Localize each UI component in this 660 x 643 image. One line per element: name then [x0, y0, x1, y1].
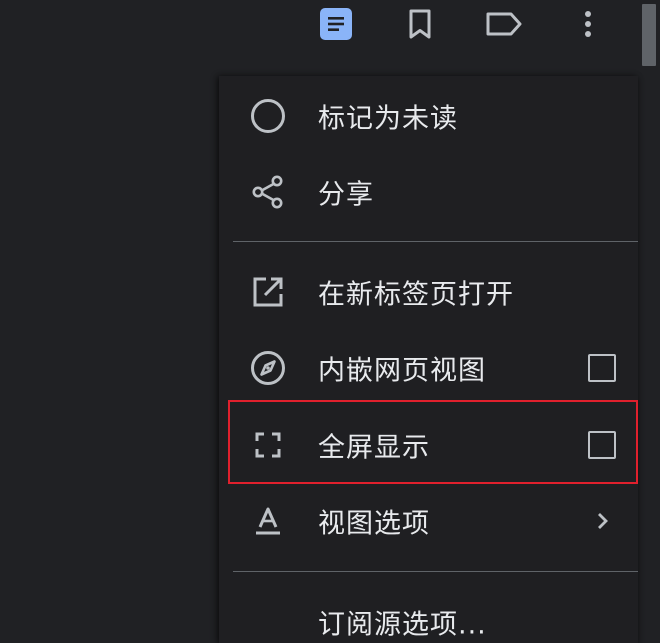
open-in-new-icon [247, 271, 289, 313]
menu-divider [233, 571, 638, 572]
share-icon [247, 171, 289, 213]
label-button[interactable] [484, 4, 524, 44]
menu-item-label: 标记为未读 [318, 103, 458, 135]
menu-item-feed-options[interactable]: 订阅源选项... [219, 586, 638, 643]
overflow-menu: 标记为未读 分享 在新标签页打开 内嵌网页视图 全屏显示 视图选项 订阅源选项.… [219, 76, 638, 643]
menu-item-mark-unread[interactable]: 标记为未读 [219, 80, 638, 152]
menu-item-label: 订阅源选项... [318, 609, 487, 641]
menu-item-view-options[interactable]: 视图选项 [219, 485, 638, 557]
menu-item-embedded-webview[interactable]: 内嵌网页视图 [219, 332, 638, 404]
menu-item-fullscreen[interactable]: 全屏显示 [219, 409, 638, 481]
menu-item-label: 视图选项 [318, 508, 430, 540]
menu-item-label: 在新标签页打开 [318, 279, 514, 311]
more-vert-icon [585, 11, 591, 37]
circle-icon [247, 95, 289, 137]
compass-icon [247, 347, 289, 389]
menu-divider [233, 241, 638, 242]
label-icon [486, 12, 522, 36]
more-options-button[interactable] [568, 4, 608, 44]
bookmark-icon [409, 9, 431, 39]
article-icon [320, 8, 352, 40]
fullscreen-checkbox[interactable] [588, 431, 616, 459]
scrollbar-thumb[interactable] [642, 4, 656, 66]
text-format-icon [247, 500, 289, 542]
article-view-button[interactable] [316, 4, 356, 44]
menu-item-share[interactable]: 分享 [219, 156, 638, 228]
menu-item-label: 内嵌网页视图 [318, 355, 486, 387]
chevron-right-icon [598, 513, 608, 529]
menu-item-label: 全屏显示 [318, 432, 430, 464]
menu-item-open-new-tab[interactable]: 在新标签页打开 [219, 256, 638, 328]
fullscreen-icon [247, 424, 289, 466]
scrollbar[interactable] [638, 0, 660, 643]
toolbar [0, 0, 660, 48]
menu-item-label: 分享 [318, 179, 374, 211]
bookmark-button[interactable] [400, 4, 440, 44]
embedded-webview-checkbox[interactable] [588, 354, 616, 382]
